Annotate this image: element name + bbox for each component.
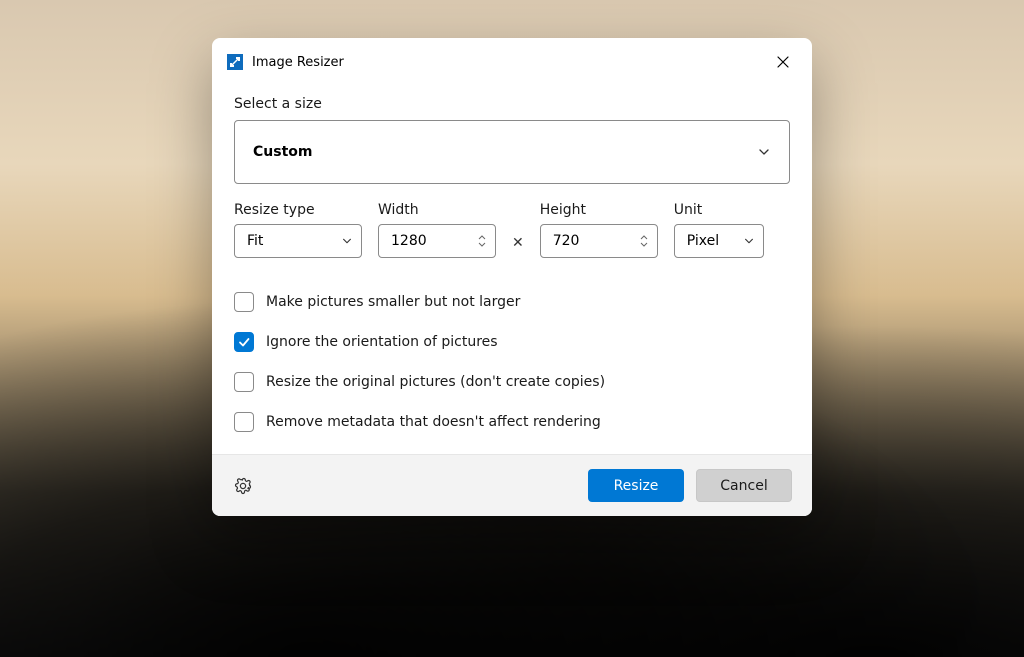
height-label: Height [540, 202, 658, 218]
unit-dropdown[interactable]: Pixel [674, 224, 764, 258]
option-smaller-not-larger[interactable]: Make pictures smaller but not larger [234, 292, 790, 312]
chevron-down-icon [341, 235, 353, 247]
dialog-content: Select a size Custom Resize type Fit [212, 80, 812, 454]
option-remove-metadata[interactable]: Remove metadata that doesn't affect rend… [234, 412, 790, 432]
check-icon [237, 335, 251, 349]
option-resize-originals[interactable]: Resize the original pictures (don't crea… [234, 372, 790, 392]
close-button[interactable] [764, 48, 802, 76]
checkbox-checked [234, 332, 254, 352]
gear-icon [234, 477, 252, 495]
dialog-footer: Resize Cancel [212, 454, 812, 516]
height-input[interactable]: 720 [540, 224, 658, 258]
spinner-icon [639, 234, 649, 248]
chevron-down-icon [743, 235, 755, 247]
option-ignore-orientation[interactable]: Ignore the orientation of pictures [234, 332, 790, 352]
resize-button[interactable]: Resize [588, 469, 684, 502]
resize-type-label: Resize type [234, 202, 362, 218]
width-value: 1280 [391, 233, 427, 249]
select-size-label: Select a size [234, 96, 790, 112]
window-title: Image Resizer [252, 55, 756, 70]
checkbox [234, 292, 254, 312]
size-preset-dropdown[interactable]: Custom [234, 120, 790, 184]
height-value: 720 [553, 233, 580, 249]
size-preset-value: Custom [253, 144, 312, 160]
spinner-icon [477, 234, 487, 248]
close-icon [777, 56, 789, 68]
resize-type-value: Fit [247, 233, 263, 249]
unit-value: Pixel [687, 233, 719, 249]
chevron-down-icon [757, 145, 771, 159]
image-resizer-dialog: Image Resizer Select a size Custom Resiz… [212, 38, 812, 516]
cancel-button[interactable]: Cancel [696, 469, 792, 502]
unit-label: Unit [674, 202, 764, 218]
option-label: Make pictures smaller but not larger [266, 294, 520, 310]
option-label: Resize the original pictures (don't crea… [266, 374, 605, 390]
width-label: Width [378, 202, 496, 218]
checkbox [234, 412, 254, 432]
settings-button[interactable] [232, 475, 254, 497]
app-icon [226, 53, 244, 71]
width-input[interactable]: 1280 [378, 224, 496, 258]
button-label: Resize [614, 478, 659, 494]
dimension-separator: ✕ [512, 235, 524, 258]
checkbox [234, 372, 254, 392]
option-label: Remove metadata that doesn't affect rend… [266, 414, 601, 430]
option-label: Ignore the orientation of pictures [266, 334, 498, 350]
button-label: Cancel [720, 478, 767, 494]
titlebar: Image Resizer [212, 38, 812, 80]
resize-type-dropdown[interactable]: Fit [234, 224, 362, 258]
